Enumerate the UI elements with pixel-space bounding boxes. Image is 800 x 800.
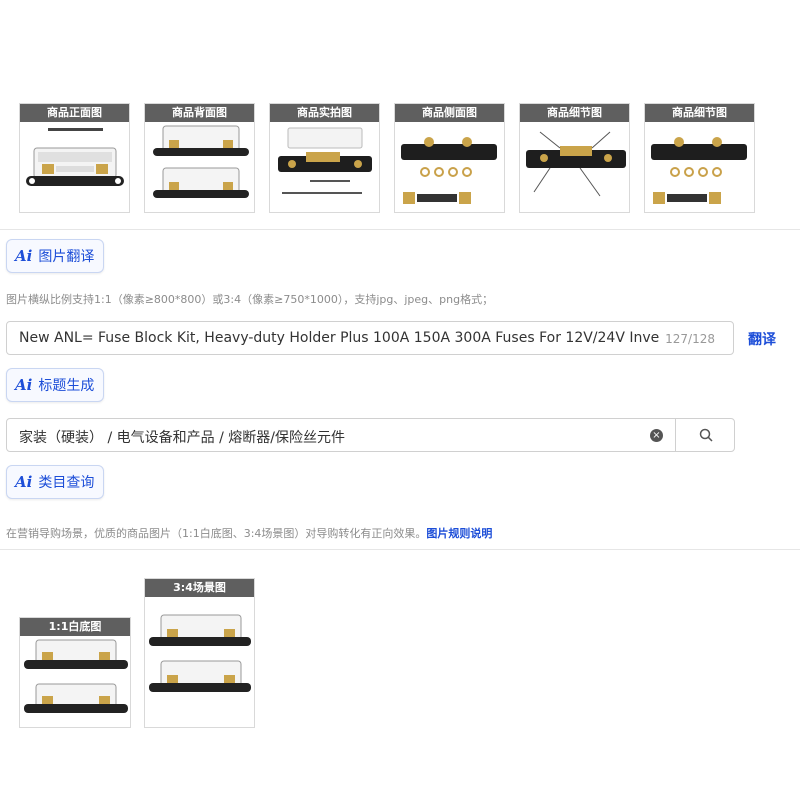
ai-image-translate-label: 图片翻译: [38, 249, 95, 265]
section-divider: [0, 229, 800, 230]
thumbnail-label: 商品正面图: [20, 104, 129, 122]
thumbnail-label: 商品背面图: [145, 104, 254, 122]
search-button[interactable]: [675, 419, 736, 451]
clear-icon[interactable]: ×: [650, 429, 663, 442]
thumbnail-label: 商品细节图: [645, 104, 754, 122]
image-rules-link[interactable]: 图片规则说明: [426, 527, 492, 540]
marketing-image-label: 1:1白底图: [20, 618, 130, 636]
fuse-holder-image: [526, 131, 626, 197]
category-input[interactable]: 家装（硬装） / 电气设备和产品 / 熔断器/保险丝元件: [19, 427, 345, 447]
title-char-counter: 127/128: [665, 332, 715, 346]
thumbnail-back[interactable]: 商品背面图: [144, 103, 255, 213]
fuse-holder-image: [278, 127, 372, 194]
fuse-holder-image: [401, 137, 497, 204]
category-input-wrapper: 家装（硬装） / 电气设备和产品 / 熔断器/保险丝元件 ×: [6, 418, 735, 452]
marketing-image-label: 3:4场景图: [145, 579, 254, 597]
ai-title-generate-label: 标题生成: [38, 378, 95, 394]
marketing-image-portrait[interactable]: 3:4场景图: [144, 578, 255, 728]
thumbnail-front[interactable]: 商品正面图: [19, 103, 130, 213]
ai-category-query-label: 类目查询: [38, 475, 95, 491]
ai-icon: Ai: [15, 473, 33, 491]
translate-link[interactable]: 翻译: [748, 329, 776, 349]
thumbnail-label: 商品实拍图: [270, 104, 379, 122]
search-icon: [699, 428, 713, 442]
thumbnail-side[interactable]: 商品侧面图: [394, 103, 505, 213]
marketing-hint-text: 在营销导购场景，优质的商品图片（1:1白底图、3:4场景图）对导购转化有正向效果…: [6, 527, 427, 540]
thumbnail-label: 商品侧面图: [395, 104, 504, 122]
title-input[interactable]: New ANL= Fuse Block Kit, Heavy-duty Hold…: [19, 330, 659, 346]
ai-icon: Ai: [15, 376, 33, 394]
ai-icon: Ai: [15, 247, 33, 265]
marketing-image-square[interactable]: 1:1白底图: [19, 617, 131, 728]
thumbnail-detail-1[interactable]: 商品细节图: [519, 103, 630, 213]
thumbnail-real-shot[interactable]: 商品实拍图: [269, 103, 380, 213]
marketing-hint: 在营销导购场景，优质的商品图片（1:1白底图、3:4场景图）对导购转化有正向效果…: [6, 525, 492, 541]
fuse-holder-image: [651, 137, 747, 204]
ai-title-generate-button[interactable]: Ai 标题生成: [6, 368, 105, 402]
fuse-holder-image: [153, 125, 249, 198]
fuse-holder-image: [26, 128, 124, 186]
fuse-holder-image: [24, 639, 128, 713]
fuse-holder-image: [149, 614, 251, 692]
section-divider: [0, 549, 800, 550]
ai-category-query-button[interactable]: Ai 类目查询: [6, 465, 105, 499]
thumbnail-detail-2[interactable]: 商品细节图: [644, 103, 755, 213]
title-input-wrapper: New ANL= Fuse Block Kit, Heavy-duty Hold…: [6, 321, 734, 355]
thumbnail-label: 商品细节图: [520, 104, 629, 122]
ai-image-translate-button[interactable]: Ai 图片翻译: [6, 239, 105, 273]
image-format-hint: 图片横纵比例支持1:1（像素≥800*800）或3:4（像素≥750*1000）…: [6, 293, 494, 306]
